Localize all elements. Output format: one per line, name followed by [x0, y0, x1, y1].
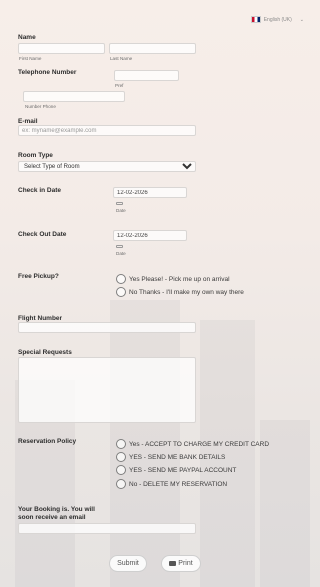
policy-option-label: Yes - ACCEPT TO CHARGE MY CREDIT CARD: [129, 440, 270, 448]
last-name-sublabel: Last Name: [110, 56, 133, 61]
name-label: Name: [18, 34, 36, 41]
first-name-input[interactable]: [18, 43, 105, 54]
room-type-select[interactable]: Select Type of Room: [18, 161, 196, 172]
pickup-option-label: Yes Please! - Pick me up on arrival: [129, 275, 230, 283]
last-name-input[interactable]: [109, 43, 196, 54]
room-type-label: Room Type: [18, 152, 53, 159]
language-selector[interactable]: English (UK) ⌄: [250, 16, 304, 23]
checkout-date-input[interactable]: [113, 230, 187, 241]
calendar-icon[interactable]: [116, 202, 123, 205]
policy-option-label: No - DELETE MY RESERVATION: [129, 480, 228, 488]
flight-number-input[interactable]: [18, 322, 196, 333]
uk-flag-icon: [250, 16, 261, 23]
checkin-date-sublabel: Date: [116, 208, 126, 213]
calendar-icon[interactable]: [116, 245, 123, 248]
first-name-sublabel: First Name: [19, 56, 42, 61]
print-button[interactable]: Print: [161, 555, 201, 572]
radio-button[interactable]: [116, 452, 126, 462]
phone-number-input[interactable]: [23, 91, 125, 102]
pickup-option-yes[interactable]: Yes Please! - Pick me up on arrival: [116, 274, 230, 284]
phone-pref-sublabel: Pref: [115, 83, 124, 88]
policy-option-label: YES - SEND ME BANK DETAILS: [129, 453, 226, 461]
policy-option-credit-card[interactable]: Yes - ACCEPT TO CHARGE MY CREDIT CARD: [116, 439, 269, 449]
booking-input[interactable]: [18, 523, 196, 534]
radio-button[interactable]: [116, 465, 126, 475]
printer-icon: [169, 561, 177, 566]
special-requests-textarea[interactable]: [18, 357, 196, 423]
pickup-label: Free Pickup?: [18, 273, 59, 280]
email-input[interactable]: [18, 125, 196, 136]
radio-button[interactable]: [116, 287, 126, 297]
radio-button[interactable]: [116, 274, 126, 284]
submit-button-label: Submit: [117, 560, 139, 567]
pickup-option-no[interactable]: No Thanks - I'll make my own way there: [116, 287, 244, 297]
checkin-date-input[interactable]: [113, 187, 187, 198]
submit-button[interactable]: Submit: [109, 555, 147, 572]
print-button-label: Print: [178, 560, 193, 567]
language-label: English (UK): [263, 16, 292, 23]
checkout-date-sublabel: Date: [116, 251, 126, 256]
telephone-label: Telephone Number: [18, 69, 77, 76]
policy-option-delete[interactable]: No - DELETE MY RESERVATION: [116, 479, 227, 489]
radio-button[interactable]: [116, 439, 126, 449]
checkout-label: Check Out Date: [18, 231, 67, 238]
radio-button[interactable]: [116, 479, 126, 489]
pickup-option-label: No Thanks - I'll make my own way there: [129, 288, 244, 296]
policy-option-label: YES - SEND ME PAYPAL ACCOUNT: [129, 466, 237, 474]
phone-number-sublabel: Number Phone: [25, 104, 56, 109]
phone-pref-input[interactable]: [114, 70, 179, 81]
special-requests-label: Special Requests: [18, 349, 72, 356]
checkin-label: Check in Date: [18, 187, 61, 194]
reservation-policy-label: Reservation Policy: [18, 438, 77, 445]
booking-label-line2: soon receive an email: [18, 514, 86, 521]
chevron-down-icon: ⌄: [299, 16, 304, 23]
policy-option-paypal[interactable]: YES - SEND ME PAYPAL ACCOUNT: [116, 465, 236, 475]
policy-option-bank-details[interactable]: YES - SEND ME BANK DETAILS: [116, 452, 225, 462]
booking-label-line1: Your Booking is. You will: [18, 506, 95, 513]
